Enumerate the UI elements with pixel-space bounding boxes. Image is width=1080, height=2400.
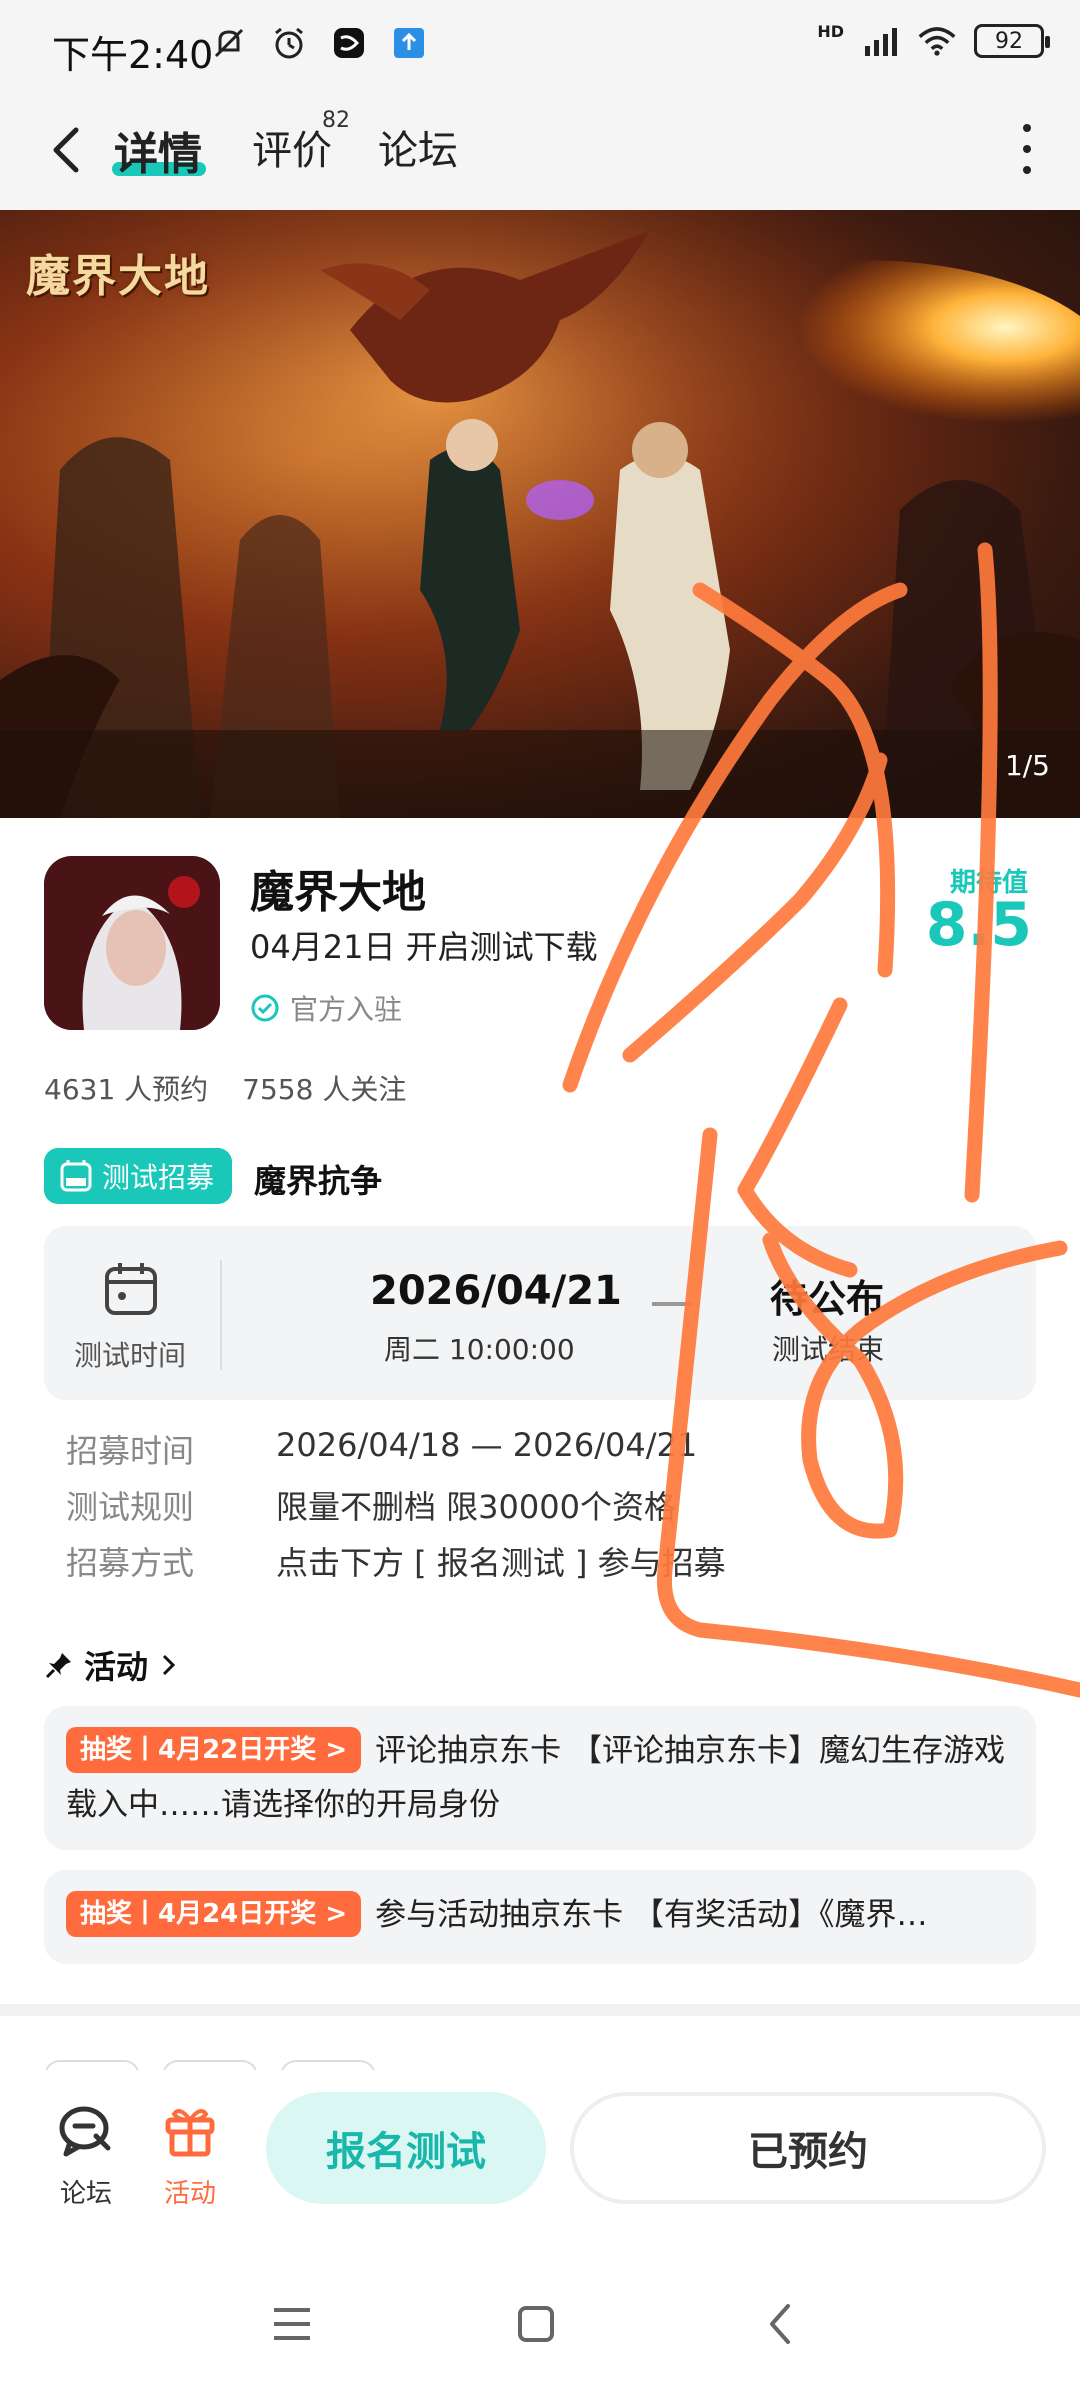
detail-value: 点击下方 [ 报名测试 ] 参与招募 xyxy=(276,1544,726,1582)
app-icon xyxy=(44,856,220,1030)
back-nav-icon[interactable] xyxy=(752,2294,812,2354)
test-start-date: 2026/04/21 xyxy=(370,1268,622,1314)
activity-section-header[interactable]: 活动 xyxy=(44,1642,180,1688)
activity-item[interactable]: 抽奖丨4月24日开奖 > 参与活动抽京东卡 【有奖活动】《魔界… xyxy=(44,1870,1036,1964)
tab-details[interactable]: 详情 xyxy=(114,118,202,182)
verified-check-icon xyxy=(251,994,279,1022)
test-icon xyxy=(60,1160,92,1192)
bottom-action-bar: 论坛 活动 报名测试 已预约 xyxy=(0,2070,1080,2240)
upload-icon xyxy=(390,24,428,62)
mute-icon xyxy=(210,24,248,62)
detail-row: 招募方式 点击下方 [ 报名测试 ] 参与招募 xyxy=(66,1538,726,1594)
gift-icon xyxy=(165,2109,215,2157)
follower-count: 7558 人关注 xyxy=(242,1073,407,1106)
official-label: 官方入驻 xyxy=(290,993,403,1026)
game-banner-image[interactable]: 魔界大地 1/5 xyxy=(0,210,1080,818)
detail-value: 限量不删档 限30000个资格 xyxy=(276,1488,676,1526)
forum-shortcut[interactable]: 论坛 xyxy=(46,2100,126,2210)
activity-shortcut[interactable]: 活动 xyxy=(150,2100,230,2210)
lottery-tag: 抽奖丨4月24日开奖 > xyxy=(66,1890,362,1937)
tab-forum[interactable]: 论坛 xyxy=(378,118,458,176)
app-title: 魔界大地 xyxy=(250,867,426,918)
range-dash xyxy=(652,1302,694,1306)
signup-test-button[interactable]: 报名测试 xyxy=(266,2092,546,2204)
more-options-button[interactable] xyxy=(1012,124,1042,174)
chevron-right-icon xyxy=(162,1654,176,1676)
app-notification-icon xyxy=(330,24,368,62)
battery-level: 92 xyxy=(995,28,1023,54)
alarm-icon xyxy=(270,24,308,62)
test-start-time: 周二 10:00:00 xyxy=(384,1333,575,1366)
game-logo: 魔界大地 xyxy=(26,251,210,302)
tab-reviews[interactable]: 评价 xyxy=(252,118,332,176)
chat-bubble-icon xyxy=(59,2106,111,2157)
network-hd-label: HD xyxy=(817,21,844,41)
calendar-icon xyxy=(105,1263,157,1315)
official-badge: 官方入驻 xyxy=(250,988,402,1028)
detail-key: 招募时间 xyxy=(66,1432,195,1470)
activity-text: 参与活动抽京东卡 【有奖活动】《魔界… xyxy=(375,1897,928,1933)
back-button[interactable] xyxy=(42,120,92,180)
detail-row: 测试规则 限量不删档 限30000个资格 xyxy=(66,1482,726,1538)
battery-icon: 92 xyxy=(974,24,1050,58)
activity-header-label: 活动 xyxy=(84,1648,149,1686)
activity-item[interactable]: 抽奖丨4月22日开奖 > 评论抽京东卡 【评论抽京东卡】魔幻生存游戏载入中……请选… xyxy=(44,1706,1036,1850)
test-recruit-tag: 测试招募 xyxy=(44,1148,233,1204)
detail-key: 招募方式 xyxy=(66,1544,195,1582)
test-end-label: 测试结束 xyxy=(772,1333,885,1366)
wifi-icon xyxy=(918,22,956,60)
expectation-score: 8.5 xyxy=(925,890,1032,960)
detail-row: 招募时间 2026/04/18 — 2026/04/21 xyxy=(66,1426,726,1482)
menu-icon[interactable] xyxy=(262,2294,322,2354)
pin-icon xyxy=(45,1653,71,1679)
system-nav-bar xyxy=(0,2240,1080,2400)
reservation-count: 4631 人预约 xyxy=(44,1073,209,1106)
home-icon[interactable] xyxy=(506,2294,566,2354)
divider xyxy=(220,1260,222,1370)
signal-icon xyxy=(862,22,900,60)
lottery-tag: 抽奖丨4月22日开奖 > xyxy=(66,1726,362,1773)
forum-shortcut-label: 论坛 xyxy=(59,2179,112,2209)
recruit-details: 招募时间 2026/04/18 — 2026/04/21 测试规则 限量不删档 … xyxy=(66,1426,726,1594)
banner-page-counter: 1/5 xyxy=(1004,749,1050,782)
chevron-left-icon xyxy=(53,127,79,173)
recruit-title: 魔界抗争 xyxy=(254,1162,383,1200)
detail-value: 2026/04/18 — 2026/04/21 xyxy=(276,1426,698,1464)
activity-shortcut-label: 活动 xyxy=(163,2179,216,2209)
app-release-info: 04月21日 开启测试下载 xyxy=(250,928,598,966)
reviews-count-badge: 82 xyxy=(322,108,350,133)
test-end-value: 待公布 xyxy=(770,1277,885,1321)
test-schedule-card: 测试时间 2026/04/21 周二 10:00:00 待公布 测试结束 xyxy=(44,1226,1036,1400)
section-divider xyxy=(0,2004,1080,2016)
top-nav: 详情 评价 82 论坛 xyxy=(0,90,1080,210)
test-recruit-label: 测试招募 xyxy=(102,1161,215,1194)
status-time: 下午2:40 xyxy=(52,33,214,77)
app-stats: 4631 人预约 7558 人关注 xyxy=(44,1068,406,1108)
reserved-button[interactable]: 已预约 xyxy=(570,2092,1046,2204)
status-bar: 下午2:40 HD 92 xyxy=(0,0,1080,90)
detail-key: 测试规则 xyxy=(66,1488,195,1526)
test-time-label: 测试时间 xyxy=(74,1339,187,1372)
